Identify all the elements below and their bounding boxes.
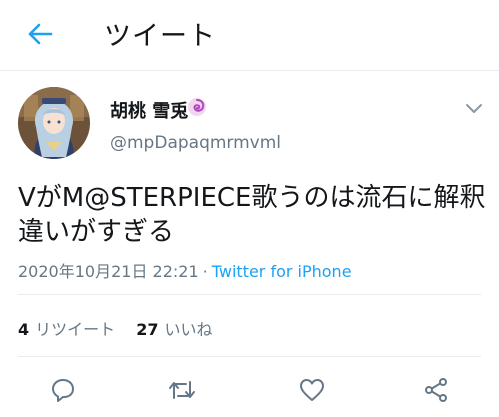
page-title: ツイート xyxy=(104,21,216,52)
reply-icon xyxy=(52,379,74,402)
tweet-menu-button[interactable] xyxy=(460,97,488,121)
chevron-down-icon xyxy=(466,104,482,113)
like-count: 27 xyxy=(136,320,159,339)
share-button[interactable] xyxy=(418,372,454,408)
like-label: いいね xyxy=(164,320,213,339)
heart-icon xyxy=(300,379,324,401)
arrow-left-icon xyxy=(28,23,53,45)
retweet-button[interactable] xyxy=(164,372,200,408)
meta-separator: · xyxy=(202,262,208,281)
share-icon xyxy=(425,378,447,402)
meta-divider xyxy=(18,294,481,295)
tweet-stats: 4 リツイート 27 いいね xyxy=(18,316,229,340)
action-bar xyxy=(0,372,499,408)
author-display-name[interactable]: 胡桃 雪兎 xyxy=(110,97,188,123)
avatar-illustration xyxy=(18,87,90,159)
tweet-text: VがM@STERPIECE歌うのは流石に解釈違いがすぎる xyxy=(18,183,486,247)
tweet-source-link[interactable]: Twitter for iPhone xyxy=(212,262,352,281)
retweet-icon xyxy=(169,381,195,399)
back-button[interactable] xyxy=(20,16,60,52)
retweet-count: 4 xyxy=(18,320,30,339)
like-stat[interactable]: 27 いいね xyxy=(136,320,212,339)
retweet-label: リツイート xyxy=(35,320,116,339)
reply-button[interactable] xyxy=(45,372,81,408)
tweet-timestamp[interactable]: 2020年10月21日 22:21 xyxy=(18,262,199,281)
author-handle[interactable]: @mpDapaqmrmvml xyxy=(110,133,281,153)
stats-divider xyxy=(18,356,481,357)
tweet-meta: 2020年10月21日 22:21 · Twitter for iPhone xyxy=(18,258,352,282)
retweet-stat[interactable]: 4 リツイート xyxy=(18,320,115,339)
like-button[interactable] xyxy=(294,372,330,408)
top-bar: ツイート xyxy=(0,0,499,70)
cyclone-emoji-icon xyxy=(187,97,207,117)
header-divider xyxy=(0,70,499,71)
avatar[interactable] xyxy=(18,87,90,159)
